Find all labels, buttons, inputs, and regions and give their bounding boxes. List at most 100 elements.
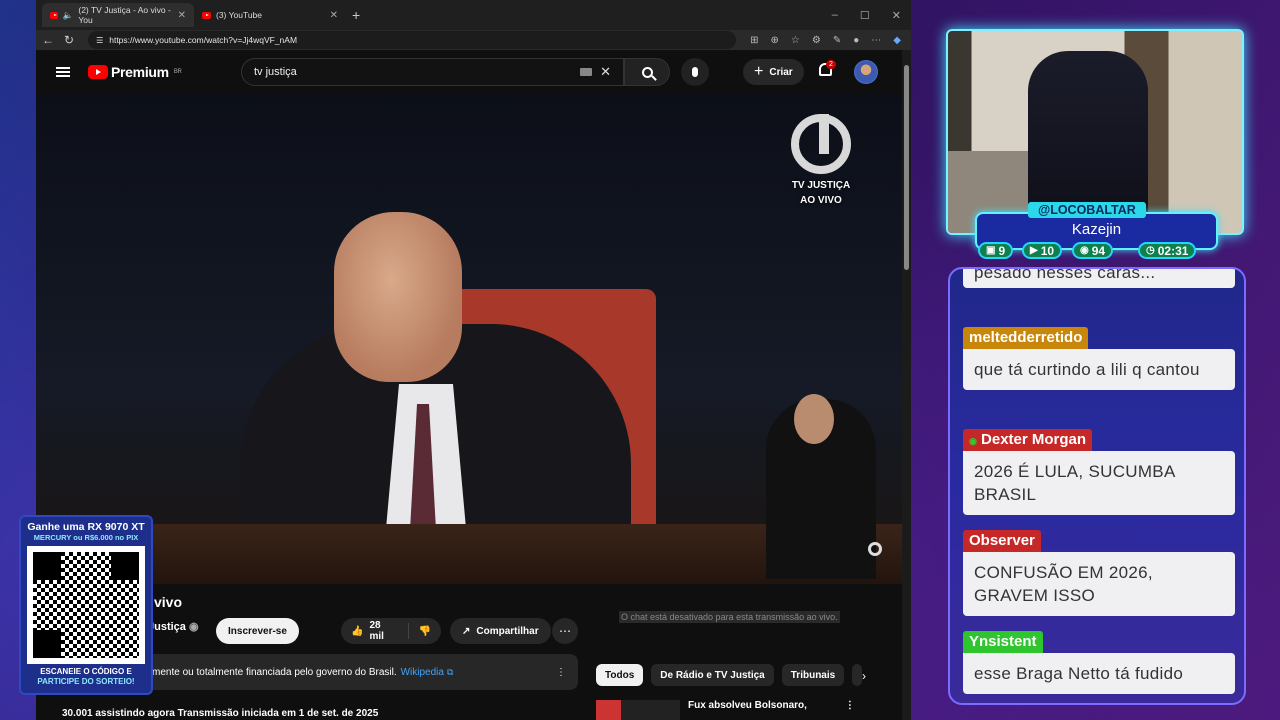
menu-dots-icon[interactable]: ⋯ <box>871 35 881 46</box>
channel-name[interactable]: Justiça ◉ <box>148 620 199 633</box>
chat-text: esse Braga Netto tá fudido <box>963 653 1235 694</box>
scrollbar-thumb[interactable] <box>904 65 909 270</box>
address-bar[interactable]: ☰ https://www.youtube.com/watch?v=Jj4wqV… <box>88 31 737 49</box>
thumbs-up-icon: 👍 <box>351 625 364 637</box>
chip-radio-tv[interactable]: De Rádio e TV Justiça <box>651 664 774 686</box>
account-avatar[interactable] <box>854 60 878 84</box>
youtube-icon: ▶ <box>1030 245 1038 256</box>
like-button[interactable]: 👍 28 mil <box>341 620 409 642</box>
chip-todos[interactable]: Todos <box>596 664 644 686</box>
recommended-menu-icon[interactable]: ⋮ <box>845 700 855 720</box>
like-dislike-group: 👍 28 mil 👎 <box>341 618 441 644</box>
video-player[interactable]: TV JUSTIÇA AO VIVO <box>36 94 902 584</box>
notice-text: mente ou totalmente financiada pelo gove… <box>152 666 397 678</box>
favorite-star-icon[interactable]: ☆ <box>791 35 800 46</box>
wikipedia-link[interactable]: Wikipedia <box>401 667 444 678</box>
profile-icon[interactable]: ● <box>853 35 859 46</box>
minimize-icon[interactable]: – <box>832 9 838 22</box>
funding-notice: mente ou totalmente financiada pelo gove… <box>136 654 578 690</box>
brand-label: Premium <box>111 64 169 80</box>
back-icon[interactable]: ← <box>42 33 54 47</box>
youtube-logo[interactable]: Premium BR <box>88 64 182 80</box>
speaker-icon[interactable]: 🔈 <box>63 10 74 21</box>
youtube-favicon-icon <box>202 11 211 19</box>
chat-text: que tá curtindo a lili q cantou <box>963 349 1235 390</box>
speaker-head <box>334 212 462 382</box>
zoom-icon[interactable]: ⊕ <box>771 35 779 46</box>
tv-justica-logo: TV JUSTIÇA AO VIVO <box>791 114 851 208</box>
apps-icon[interactable]: ⊞ <box>750 35 758 46</box>
chat-username: ◉ Dexter Morgan <box>963 429 1093 451</box>
plus-icon: + <box>754 63 764 80</box>
chevron-right-icon[interactable]: › <box>862 669 866 683</box>
search-input[interactable]: tv justiça ✕ <box>241 58 624 86</box>
chat-message: Observer CONFUSÃO EM 2026, GRAVEM ISSO <box>963 530 1235 616</box>
youtube-play-icon <box>88 65 108 79</box>
site-info-icon[interactable]: ☰ <box>96 36 103 45</box>
maximize-icon[interactable]: ☐ <box>860 9 870 22</box>
tab-bar: 🔈 (2) TV Justiça - Ao vivo - You ✕ (3) Y… <box>36 0 911 30</box>
chat-panel: pesado nesses caras... meltedderretido q… <box>948 267 1246 705</box>
tab-label: (3) YouTube <box>216 10 262 20</box>
interpreter-head <box>794 394 834 444</box>
browser-window: 🔈 (2) TV Justiça - Ao vivo - You ✕ (3) Y… <box>36 0 911 720</box>
chat-message: meltedderretido que tá curtindo a lili q… <box>963 327 1235 390</box>
badge-icon: ◉ <box>969 436 977 446</box>
close-window-icon[interactable]: ✕ <box>892 9 901 22</box>
clock-icon: ◷ <box>1146 245 1155 256</box>
close-tab-icon[interactable]: ✕ <box>178 10 186 21</box>
chip-tribunais[interactable]: Tribunais <box>781 664 845 686</box>
verified-icon: ◉ <box>188 621 199 633</box>
chat-message: ◉ Dexter Morgan 2026 É LULA, SUCUMBA BRA… <box>963 429 1235 515</box>
recommended-video[interactable]: Fux absolveu Bolsonaro, ⋮ <box>596 700 855 720</box>
logo-line1: TV JUSTIÇA <box>791 180 851 191</box>
youtube-favicon-icon <box>50 11 58 19</box>
chat-text: 2026 É LULA, SUCUMBA BRASIL <box>963 451 1235 515</box>
recommended-thumbnail <box>596 700 680 720</box>
pin-icon[interactable]: ✎ <box>833 35 841 46</box>
search-value: tv justiça <box>254 66 297 78</box>
chat-message: Ynsistent esse Braga Netto tá fudido <box>963 631 1235 694</box>
close-tab-icon[interactable]: ✕ <box>330 10 338 21</box>
youtube-header: Premium BR tv justiça ✕ + Criar 2 <box>36 50 902 94</box>
share-button[interactable]: ↗ Compartilhar <box>450 618 551 644</box>
keyboard-icon[interactable] <box>580 68 593 76</box>
search-icon <box>641 66 653 78</box>
copilot-icon[interactable]: ◆ <box>893 35 901 46</box>
giveaway-title: Ganhe uma RX 9070 XT <box>27 521 145 533</box>
notice-menu-icon[interactable]: ⋮ <box>556 667 566 678</box>
tab-tv-justica[interactable]: 🔈 (2) TV Justiça - Ao vivo - You ✕ <box>42 3 194 27</box>
chip-overflow[interactable] <box>852 664 863 686</box>
subscribe-button[interactable]: Inscrever-se <box>216 618 299 644</box>
tv-justica-logo-icon <box>791 114 851 174</box>
clear-search-icon[interactable]: ✕ <box>600 64 611 80</box>
region-label: BR <box>173 69 182 75</box>
create-label: Criar <box>769 66 793 78</box>
chat-username: meltedderretido <box>963 327 1089 349</box>
search-button[interactable] <box>624 58 670 86</box>
reload-icon[interactable]: ↻ <box>64 33 74 47</box>
logo-line2: AO VIVO <box>800 195 842 206</box>
menu-icon[interactable] <box>56 67 70 77</box>
video-details: vivo Justiça ◉ Inscrever-se 👍 28 mil 👎 ↗ … <box>36 584 902 720</box>
notification-count-badge: 2 <box>826 60 836 69</box>
window-controls: – ☐ ✕ <box>832 9 911 22</box>
tab-youtube[interactable]: (3) YouTube ✕ <box>194 3 346 27</box>
twitch-viewers: ▣ 9 <box>978 242 1014 259</box>
chat-message: pesado nesses caras... <box>963 269 1235 288</box>
video-title: vivo <box>154 594 183 610</box>
voice-search-button[interactable] <box>681 58 709 86</box>
chat-username: Observer <box>963 530 1041 552</box>
new-tab-icon[interactable]: + <box>352 7 360 23</box>
create-button[interactable]: + Criar <box>743 59 804 85</box>
external-link-icon[interactable]: ⧉ <box>447 667 453 678</box>
mic-icon <box>692 67 698 77</box>
more-actions-button[interactable]: ⋯ <box>552 618 578 644</box>
dislike-button[interactable]: 👎 <box>409 626 441 637</box>
chat-text: pesado nesses caras... <box>963 269 1235 288</box>
extensions-icon[interactable]: ⚙ <box>812 35 821 46</box>
stream-timer: ◷ 02:31 <box>1138 242 1197 259</box>
watermark-logo-icon <box>868 542 882 556</box>
scrollbar[interactable] <box>902 50 911 720</box>
giveaway-qr-panel: Ganhe uma RX 9070 XT MERCURY ou R$6.000 … <box>19 515 153 695</box>
